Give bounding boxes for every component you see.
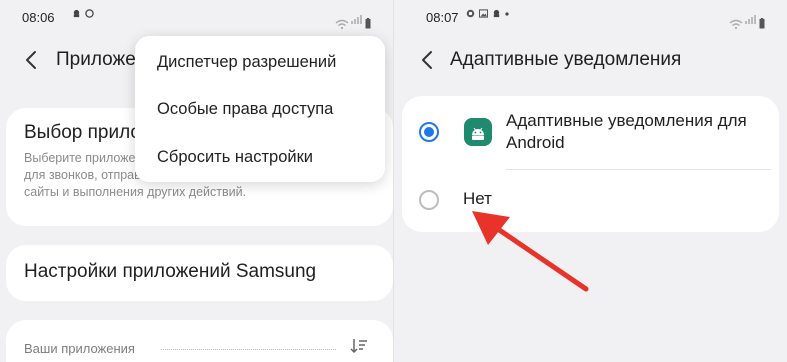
wifi-icon <box>729 19 743 29</box>
bixby-icon <box>73 9 80 18</box>
bixby-icon <box>493 9 500 18</box>
status-bar: 08:06 <box>0 0 393 36</box>
wifi-icon <box>335 19 349 29</box>
back-arrow-icon[interactable] <box>22 48 42 72</box>
back-arrow-icon[interactable] <box>418 48 438 72</box>
status-notification-icons <box>466 9 509 18</box>
menu-item-reset-settings[interactable]: Сбросить настройки <box>157 148 313 167</box>
sort-icon[interactable] <box>350 337 368 355</box>
android-robot-icon <box>472 127 484 140</box>
battery-icon <box>759 18 765 29</box>
adaptive-android-label: Адаптивные уведомления для Android <box>506 111 747 152</box>
status-right-icons <box>729 11 765 29</box>
status-time: 08:06 <box>22 10 55 25</box>
menu-item-special-access[interactable]: Особые права доступа <box>157 100 333 119</box>
samsung-app-settings-label: Настройки приложений Samsung <box>24 261 317 282</box>
right-screen: 08:07 Адаптивные уведомления Адаптивные … <box>394 0 787 362</box>
your-apps-label: Ваши приложения <box>24 341 135 356</box>
whatsapp-icon <box>85 9 94 18</box>
battery-icon <box>365 18 371 29</box>
signal-icon <box>745 11 757 29</box>
status-time: 08:07 <box>426 10 459 25</box>
samsung-app-settings-card[interactable]: Настройки приложений Samsung <box>6 245 393 301</box>
status-notification-icons <box>72 9 94 18</box>
status-bar: 08:07 <box>394 0 787 36</box>
red-arrow-annotation <box>472 211 589 292</box>
option-separator <box>506 169 771 170</box>
adaptive-android-radio[interactable] <box>419 122 439 142</box>
chrome-icon <box>466 9 475 18</box>
none-radio[interactable] <box>419 190 439 210</box>
your-apps-card: Ваши приложения <box>6 320 393 362</box>
more-notifications-dot-icon <box>505 11 509 16</box>
android-icon <box>464 118 492 146</box>
page-title: Адаптивные уведомления <box>450 49 682 70</box>
menu-item-permission-manager[interactable]: Диспетчер разрешений <box>157 53 336 72</box>
gallery-icon <box>479 9 488 18</box>
dotted-leader <box>161 349 336 350</box>
overflow-menu: Диспетчер разрешений Особые права доступ… <box>135 36 385 182</box>
app-bar: Адаптивные уведомления <box>394 40 787 80</box>
left-screen: 08:06 Приложения Выбор приложений по умо… <box>0 0 393 362</box>
status-right-icons <box>335 11 371 29</box>
signal-icon <box>351 11 363 29</box>
